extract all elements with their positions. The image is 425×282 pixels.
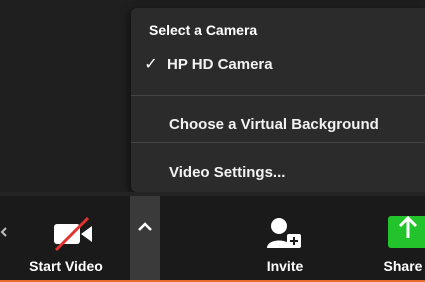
- chevron-left-icon[interactable]: [0, 226, 8, 238]
- menu-item-label: Video Settings...: [169, 163, 286, 181]
- menu-item-hp-hd-camera[interactable]: ✓ HP HD Camera: [131, 48, 425, 80]
- meeting-toolbar: Start Video Invite Share: [0, 196, 425, 282]
- invite-button[interactable]: Invite: [252, 196, 318, 282]
- menu-item-label: HP HD Camera: [167, 55, 273, 73]
- zoom-window: Select a Camera ✓ HP HD Camera Choose a …: [0, 0, 425, 282]
- menu-item-virtual-background[interactable]: Choose a Virtual Background: [131, 108, 425, 140]
- menu-item-video-settings[interactable]: Video Settings...: [131, 156, 425, 188]
- invite-label: Invite: [266, 258, 304, 274]
- add-user-icon: [267, 218, 301, 248]
- share-screen-icon: [388, 215, 425, 248]
- checkmark-icon: ✓: [144, 56, 158, 73]
- camera-menu: Select a Camera ✓ HP HD Camera Choose a …: [131, 8, 425, 192]
- menu-divider: [131, 95, 425, 96]
- share-label: Share: [383, 258, 423, 274]
- video-off-icon: [54, 216, 92, 252]
- menu-item-label: Choose a Virtual Background: [169, 115, 379, 133]
- start-video-label: Start Video: [29, 258, 103, 274]
- menu-divider: [131, 142, 425, 143]
- share-screen-button[interactable]: Share: [368, 196, 425, 282]
- video-options-button[interactable]: [130, 196, 160, 282]
- chevron-up-icon: [138, 222, 152, 231]
- menu-section-title: Select a Camera: [149, 22, 258, 38]
- start-video-button[interactable]: Start Video: [14, 196, 118, 282]
